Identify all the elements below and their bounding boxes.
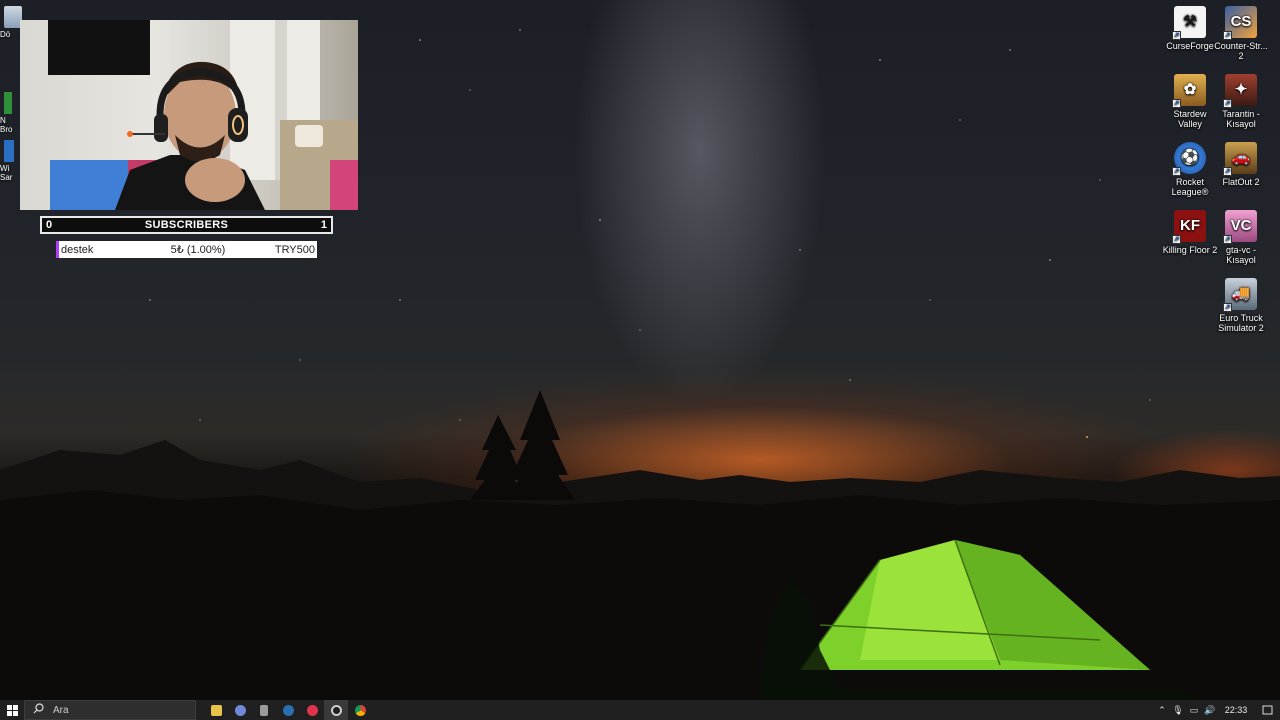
app-icon bbox=[4, 92, 12, 114]
taskbar-app-steam[interactable] bbox=[276, 700, 300, 720]
curseforge-icon: ⚒ ↗ bbox=[1172, 6, 1206, 40]
donation-goal-bar: destek 5₺ (1.00%) TRY500 bbox=[56, 241, 317, 258]
webcam-feed bbox=[48, 20, 358, 210]
search-placeholder: Ara bbox=[53, 704, 69, 716]
donation-name: destek bbox=[61, 243, 94, 256]
euro-truck-icon: 🚚 ↗ bbox=[1223, 278, 1257, 312]
desktop-icon-left-3[interactable]: Wi Sar bbox=[0, 140, 22, 182]
desktop-icon-euro-truck-simulator-2[interactable]: 🚚 ↗ Euro Truck Simulator 2 bbox=[1213, 278, 1269, 333]
steam-icon bbox=[282, 704, 294, 716]
desktop-icon-stardew-valley[interactable]: ✿ ↗ Stardew Valley bbox=[1162, 74, 1218, 129]
network-icon[interactable]: ▭ bbox=[1186, 705, 1202, 716]
notification-center-icon[interactable] bbox=[1254, 705, 1280, 716]
stardew-valley-icon: ✿ ↗ bbox=[1172, 74, 1206, 108]
tarantin-icon: ✦ ↗ bbox=[1223, 74, 1257, 108]
obs-icon bbox=[330, 704, 342, 716]
discord-icon bbox=[234, 704, 246, 716]
desktop-icon-label: Wi Sar bbox=[0, 164, 13, 182]
taskbar-app-recorder[interactable] bbox=[300, 700, 324, 720]
app-icon bbox=[4, 140, 14, 162]
goal-min-value: 0 bbox=[46, 219, 53, 231]
desktop-icon-rocket-league[interactable]: ⚽ ↗ Rocket League® bbox=[1162, 142, 1218, 197]
desktop-icon-label: Stardew Valley bbox=[1173, 109, 1207, 129]
desktop-icon-label: FlatOut 2 bbox=[1222, 177, 1260, 187]
taskbar-app-terminal[interactable] bbox=[252, 700, 276, 720]
rocket-league-icon: ⚽ ↗ bbox=[1172, 142, 1206, 176]
desktop-icon-curseforge[interactable]: ⚒ ↗ CurseForge bbox=[1162, 6, 1218, 51]
pine-trees bbox=[470, 390, 575, 500]
start-button[interactable] bbox=[0, 700, 24, 720]
speaker-icon[interactable]: 🔊 bbox=[1202, 705, 1218, 716]
goal-label: SUBSCRIBERS bbox=[144, 219, 229, 231]
terminal-icon bbox=[260, 704, 268, 716]
taskbar: Ara ⌃ 🎙 ▭ 🔊 22:33 bbox=[0, 700, 1280, 720]
desktop-icon-label: Counter-Str... 2 bbox=[1214, 41, 1268, 61]
desktop-icon-label: Killing Floor 2 bbox=[1162, 245, 1218, 255]
desktop-icon-label: Rocket League® bbox=[1171, 177, 1209, 197]
desktop-icon-killing-floor-2[interactable]: KF ↗ Killing Floor 2 bbox=[1162, 210, 1218, 255]
tray-chevron-up-icon[interactable]: ⌃ bbox=[1154, 705, 1170, 716]
flatout-icon: 🚗 ↗ bbox=[1223, 142, 1257, 176]
desktop-icon-label: Euro Truck Simulator 2 bbox=[1218, 313, 1264, 333]
taskbar-app-file-explorer[interactable] bbox=[204, 700, 228, 720]
desktop-icon-label: N Bro bbox=[0, 116, 13, 134]
taskbar-app-chrome[interactable] bbox=[348, 700, 372, 720]
subscriber-goal-bar: 0 SUBSCRIBERS 1 bbox=[40, 216, 333, 234]
desktop-icon-flatout-2[interactable]: 🚗 ↗ FlatOut 2 bbox=[1213, 142, 1269, 187]
taskbar-search-box[interactable]: Ara bbox=[24, 700, 196, 720]
desktop-icon-recycle-bin[interactable]: Dö bbox=[0, 6, 22, 39]
goal-max-value: 1 bbox=[320, 219, 327, 231]
gta-vc-icon: VC ↗ bbox=[1223, 210, 1257, 244]
taskbar-app-discord[interactable] bbox=[228, 700, 252, 720]
counter-strike-icon: CS ↗ bbox=[1223, 6, 1257, 40]
desktop-icon-tarantin[interactable]: ✦ ↗ Tarantin - Kısayol bbox=[1213, 74, 1269, 129]
desktop-icon-counter-strike-2[interactable]: CS ↗ Counter-Str... 2 bbox=[1213, 6, 1269, 61]
desktop-icon-left-2[interactable]: N Bro bbox=[0, 92, 22, 134]
desktop-icon-label: gta-vc - Kısayol bbox=[1225, 245, 1256, 265]
taskbar-clock[interactable]: 22:33 bbox=[1218, 705, 1254, 715]
microphone-icon[interactable]: 🎙 bbox=[1170, 705, 1186, 716]
webcam-overlay bbox=[20, 20, 358, 210]
record-app-icon bbox=[306, 704, 318, 716]
windows-logo-icon bbox=[6, 704, 18, 716]
chrome-icon bbox=[354, 704, 366, 716]
desktop-icon-label: Tarantin - Kısayol bbox=[1222, 109, 1260, 129]
search-icon bbox=[33, 703, 45, 717]
file-explorer-icon bbox=[210, 704, 222, 716]
system-tray: ⌃ 🎙 ▭ 🔊 22:33 bbox=[1154, 700, 1280, 720]
desktop-icon-gta-vc[interactable]: VC ↗ gta-vc - Kısayol bbox=[1213, 210, 1269, 265]
taskbar-app-obs[interactable] bbox=[324, 700, 348, 720]
donation-amount: 5₺ (1.00%) bbox=[170, 244, 226, 256]
desktop-icon-label: Dö bbox=[0, 30, 11, 39]
desktop-icon-label: CurseForge bbox=[1166, 41, 1214, 51]
donation-target: TRY500 bbox=[274, 243, 315, 256]
killing-floor-icon: KF ↗ bbox=[1172, 210, 1206, 244]
